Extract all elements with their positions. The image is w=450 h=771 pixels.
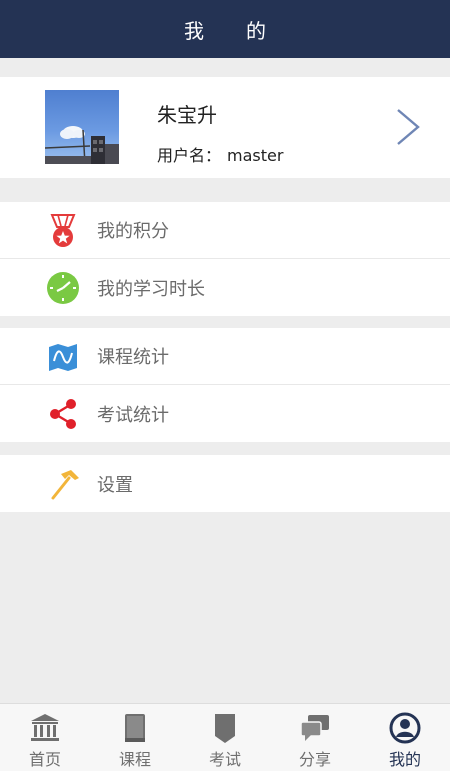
share-nodes-icon xyxy=(50,399,76,429)
tab-exams[interactable]: 考试 xyxy=(180,704,270,771)
tab-courses[interactable]: 课程 xyxy=(90,704,180,771)
menu-group-activity: 我的积分 我的学习时长 xyxy=(0,202,450,316)
page-title: 我的 xyxy=(184,18,308,43)
username-value: master xyxy=(227,146,284,165)
menu-label-course-stats: 课程统计 xyxy=(97,347,169,368)
tab-home[interactable]: 首页 xyxy=(0,704,90,771)
hammer-icon xyxy=(51,470,79,500)
menu-label-settings: 设置 xyxy=(97,474,133,496)
top-bar: 我的 xyxy=(0,0,450,58)
tab-label-mine: 我的 xyxy=(388,750,421,769)
menu-item-points[interactable]: 我的积分 xyxy=(0,202,450,259)
tab-share[interactable]: 分享 xyxy=(270,704,360,771)
chevron-right-icon[interactable] xyxy=(393,107,423,147)
bank-icon xyxy=(31,714,59,741)
tab-label-courses: 课程 xyxy=(118,750,151,769)
tab-mine[interactable]: 我的 xyxy=(360,704,450,771)
menu-group-stats: 课程统计 考试统计 xyxy=(0,328,450,442)
username-row: 用户名： master xyxy=(157,142,283,166)
menu-item-study-time[interactable]: 我的学习时长 xyxy=(0,259,450,316)
tab-label-exams: 考试 xyxy=(208,750,241,769)
avatar[interactable] xyxy=(45,90,119,164)
tab-label-share: 分享 xyxy=(298,750,331,769)
menu-group-settings: 设置 xyxy=(0,455,450,512)
menu-label-points: 我的积分 xyxy=(97,221,169,242)
bookmark-icon xyxy=(215,714,235,743)
bottom-tab-bar: 首页 课程 考试 分享 我的 xyxy=(0,703,450,771)
menu-item-course-stats[interactable]: 课程统计 xyxy=(0,328,450,385)
clock-icon xyxy=(47,272,79,304)
menu-item-settings[interactable]: 设置 xyxy=(0,455,450,512)
menu-label-study-time: 我的学习时长 xyxy=(97,278,205,300)
tab-label-home: 首页 xyxy=(28,750,61,769)
map-wave-icon xyxy=(49,344,77,371)
profile-name: 朱宝升 xyxy=(157,103,217,127)
book-icon xyxy=(125,714,145,742)
menu-item-exam-stats[interactable]: 考试统计 xyxy=(0,385,450,442)
chat-bubbles-icon xyxy=(300,715,329,741)
user-circle-icon xyxy=(389,712,421,744)
medal-icon xyxy=(50,214,76,247)
username-label: 用户名： xyxy=(157,146,222,165)
profile-card[interactable]: 朱宝升 用户名： master xyxy=(0,77,450,178)
menu-label-exam-stats: 考试统计 xyxy=(97,404,169,426)
